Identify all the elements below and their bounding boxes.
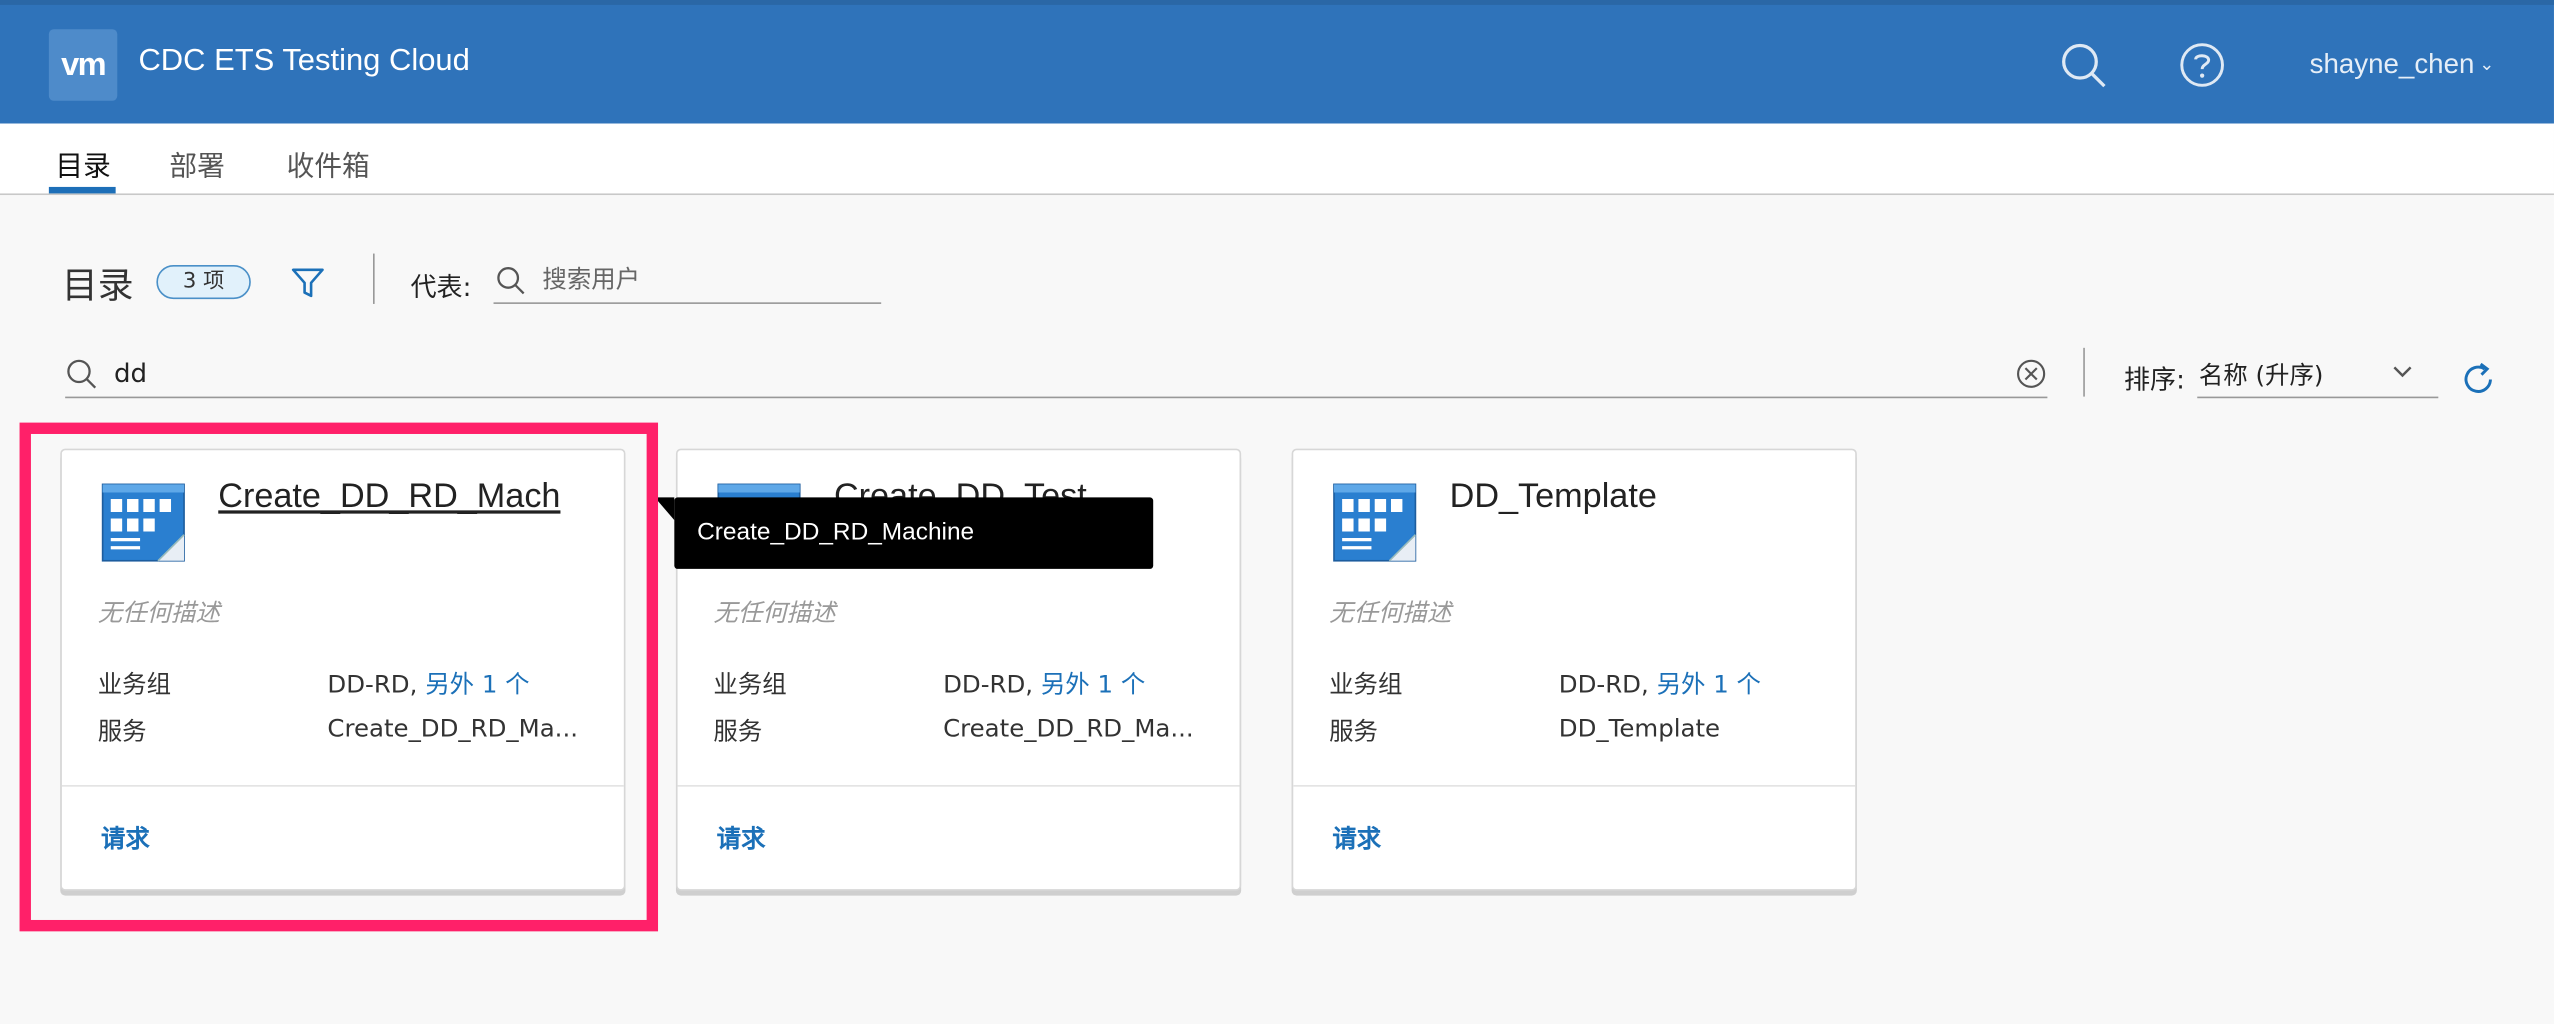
app-title: CDC ETS Testing Cloud	[138, 43, 470, 79]
card-divider	[61, 785, 624, 787]
more-groups-link[interactable]: 另外 1 个	[1041, 670, 1145, 699]
help-icon[interactable]	[2178, 41, 2227, 90]
business-group-value: DD-RD, 另外 1 个	[327, 666, 529, 700]
sub-navigation: 目录 部署 收件箱	[0, 123, 2554, 196]
business-group-label: 业务组	[97, 669, 172, 699]
refresh-icon[interactable]	[2459, 361, 2496, 398]
card-description: 无任何描述	[1329, 598, 1452, 628]
toolbar-divider	[372, 253, 375, 304]
chevron-down-icon	[2393, 366, 2412, 378]
card-divider	[677, 785, 1240, 787]
request-button[interactable]: 请求	[101, 821, 150, 855]
top-header-bar: vm CDC ETS Testing Cloud shayne_chen ⌄	[0, 0, 2554, 124]
request-button[interactable]: 请求	[717, 821, 766, 855]
service-value: Create_DD_RD_Ma...	[943, 713, 1194, 743]
business-group-value: DD-RD, 另外 1 个	[943, 666, 1145, 700]
card-description: 无任何描述	[713, 598, 836, 628]
business-group-value: DD-RD, 另外 1 个	[1559, 666, 1761, 700]
service-label: 服务	[1329, 716, 1378, 747]
catalog-page: vm CDC ETS Testing Cloud shayne_chen ⌄ 目录…	[0, 0, 2554, 1024]
active-tab-indicator	[48, 186, 116, 194]
business-group-name: DD-RD,	[327, 669, 418, 699]
user-name: shayne_chen	[2309, 48, 2475, 80]
title-tooltip: Create_DD_RD_Machine	[674, 497, 1154, 569]
service-value: DD_Template	[1558, 713, 1721, 743]
search-icon[interactable]	[2059, 41, 2108, 90]
count-badge: 3 项	[156, 264, 251, 300]
tab-deployments[interactable]: 部署	[169, 143, 224, 184]
sort-label: 排序:	[2123, 364, 2185, 395]
on-behalf-label: 代表:	[410, 271, 472, 303]
catalog-card[interactable]: Create_DD_RD_Mach 无任何描述 业务组 DD-RD, 另外 1 …	[60, 448, 626, 891]
search-divider	[2083, 347, 2085, 397]
service-value: Create_DD_RD_Ma...	[327, 713, 578, 743]
vmware-logo[interactable]: vm	[48, 29, 118, 101]
user-search-input[interactable]	[493, 256, 882, 304]
card-title[interactable]: Create_DD_RD_Mach	[218, 478, 560, 517]
tooltip-arrow	[654, 497, 675, 521]
service-label: 服务	[713, 716, 763, 747]
more-groups-link[interactable]: 另外 1 个	[425, 670, 529, 699]
request-button[interactable]: 请求	[1332, 821, 1381, 855]
user-menu[interactable]: shayne_chen ⌄	[2310, 49, 2495, 82]
sort-select-value: 名称 (升序)	[2198, 360, 2324, 391]
card-title[interactable]: DD_Template	[1450, 478, 1657, 517]
tab-inbox[interactable]: 收件箱	[287, 143, 370, 184]
tab-catalog[interactable]: 目录	[55, 143, 110, 184]
business-group-name: DD-RD,	[1558, 669, 1649, 699]
catalog-search-input[interactable]	[65, 347, 2048, 399]
clear-search-icon[interactable]	[2015, 358, 2048, 391]
blueprint-icon	[101, 483, 185, 562]
blueprint-icon	[1333, 483, 1417, 562]
page-title: 目录	[61, 266, 134, 308]
chevron-down-icon: ⌄	[2479, 55, 2495, 75]
service-label: 服务	[97, 716, 147, 747]
business-group-label: 业务组	[1329, 669, 1403, 699]
card-divider	[1293, 785, 1856, 787]
card-description: 无任何描述	[97, 598, 220, 628]
business-group-name: DD-RD,	[943, 669, 1034, 699]
business-group-label: 业务组	[713, 669, 787, 699]
filter-icon[interactable]	[290, 265, 326, 301]
more-groups-link[interactable]: 另外 1 个	[1657, 670, 1761, 699]
catalog-card[interactable]: DD_Template 无任何描述 业务组 DD-RD, 另外 1 个 服务 D…	[1291, 448, 1857, 891]
